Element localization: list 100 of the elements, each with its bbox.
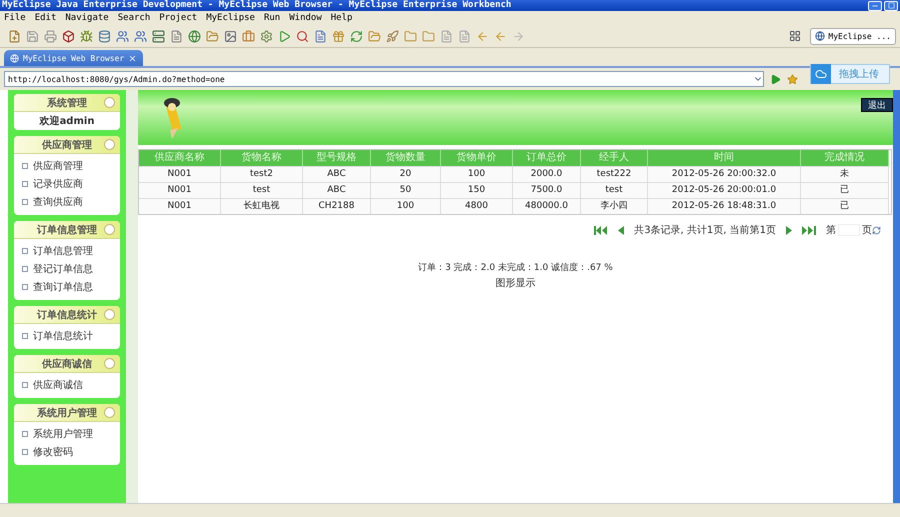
globe-icon[interactable] <box>188 30 201 42</box>
minimize-button[interactable] <box>868 0 882 10</box>
arrow-right-icon[interactable] <box>512 30 525 42</box>
folder-icon[interactable] <box>368 30 381 42</box>
users-icon[interactable] <box>116 30 129 42</box>
column-header: 货物单价 <box>441 150 513 166</box>
table-cell: 2012-05-26 18:48:31.0 <box>648 198 801 214</box>
rocket-icon[interactable] <box>386 30 399 42</box>
sidebar-link[interactable]: 供应商管理 <box>22 159 120 173</box>
menu-item[interactable]: File <box>4 13 26 23</box>
folder-icon[interactable] <box>206 30 219 42</box>
sidebar-link[interactable]: 查询订单信息 <box>22 280 120 294</box>
next-page-icon[interactable] <box>786 226 792 234</box>
menu-item[interactable]: Run <box>264 13 280 23</box>
collapse-icon[interactable] <box>104 309 115 320</box>
column-header: 供应商名称 <box>139 150 221 166</box>
sidebar-link[interactable]: 登记订单信息 <box>22 262 120 276</box>
star-icon[interactable] <box>787 74 798 84</box>
perspective-button[interactable]: MyEclipse ... <box>810 28 896 44</box>
menu-item[interactable]: MyEclipse <box>206 13 255 23</box>
panel-title: 订单信息管理 <box>37 224 97 236</box>
search-icon[interactable] <box>296 30 309 42</box>
logout-button[interactable]: 退出 <box>861 98 893 112</box>
page-label: 第 <box>826 224 836 237</box>
menu-item[interactable]: Edit <box>34 13 56 23</box>
globe-icon <box>10 54 19 62</box>
menu-item[interactable]: Navigate <box>65 13 109 23</box>
menu-item[interactable]: Search <box>118 13 150 23</box>
column-header: 订单总价 <box>513 150 581 166</box>
briefcase-icon[interactable] <box>242 30 255 42</box>
table-cell: 150 <box>441 182 513 198</box>
gear-icon[interactable] <box>260 30 273 42</box>
column-header: 时间 <box>648 150 801 166</box>
sidebar-link[interactable]: 记录供应商 <box>22 177 120 191</box>
sidebar-link[interactable]: 供应商诚信 <box>22 378 120 392</box>
database-icon[interactable] <box>98 30 111 42</box>
table-cell: N001 <box>139 166 221 182</box>
table-cell: N001 <box>139 182 221 198</box>
grid-icon[interactable] <box>789 30 802 42</box>
menu-item[interactable]: Window <box>289 13 322 23</box>
picture-icon[interactable] <box>224 30 237 42</box>
sidebar-link[interactable]: 修改密码 <box>22 445 120 459</box>
scrollbar[interactable] <box>126 90 138 503</box>
table-cell: test <box>221 182 303 198</box>
collapse-icon[interactable] <box>104 407 115 418</box>
document-icon[interactable] <box>170 30 183 42</box>
editor-tab[interactable]: MyEclipse Web Browser <box>4 50 144 66</box>
box-icon[interactable] <box>62 30 75 42</box>
play-icon[interactable] <box>770 74 781 84</box>
menu-item[interactable]: Help <box>330 13 352 23</box>
folder-icon[interactable] <box>422 30 435 42</box>
table-cell: 已 <box>801 182 889 198</box>
gift-icon[interactable] <box>332 30 345 42</box>
order-statistics: 订单：3 完成：2.0 未完成：1.0 诚信度：.67 % <box>417 262 614 274</box>
folder-icon[interactable] <box>404 30 417 42</box>
table-cell: 100 <box>441 166 513 182</box>
menu-item[interactable]: Project <box>159 13 198 23</box>
document-icon[interactable] <box>314 30 327 42</box>
document-icon[interactable] <box>440 30 453 42</box>
close-icon[interactable] <box>128 54 138 62</box>
sidebar-link[interactable]: 订单信息管理 <box>22 244 120 258</box>
window-title: MyEclipse Java Enterprise Development - MyEclipse Web Browser - MyEclipse Enterprise Workbench <box>2 0 512 11</box>
first-page-icon[interactable] <box>594 226 608 234</box>
document-icon[interactable] <box>458 30 471 42</box>
arrow-left-icon[interactable] <box>494 30 507 42</box>
column-header: 经手人 <box>581 150 648 166</box>
welcome-text: 欢迎admin <box>38 114 96 129</box>
refresh-icon[interactable] <box>350 30 363 42</box>
collapse-icon[interactable] <box>104 224 115 235</box>
printer-icon[interactable] <box>44 30 57 42</box>
play-icon[interactable] <box>278 30 291 42</box>
panel-title: 供应商诚信 <box>42 357 92 370</box>
bug-icon[interactable] <box>80 30 93 42</box>
users-icon[interactable] <box>134 30 147 42</box>
maximize-icon <box>888 2 894 9</box>
table-cell: ABC <box>303 182 371 198</box>
save-icon[interactable] <box>26 30 39 42</box>
sidebar-link[interactable]: 订单信息统计 <box>22 329 120 343</box>
table-cell: test2 <box>221 166 303 182</box>
page-label: 页 <box>862 224 872 237</box>
maximize-button[interactable] <box>884 0 898 10</box>
scrollbar[interactable] <box>893 90 900 503</box>
chart-link[interactable]: 图形显示 <box>138 276 893 290</box>
arrow-left-icon[interactable] <box>476 30 489 42</box>
collapse-icon[interactable] <box>104 97 115 108</box>
panel-title: 系统用户管理 <box>37 406 97 420</box>
collapse-icon[interactable] <box>104 139 115 150</box>
table-cell: N001 <box>139 198 221 214</box>
server-icon[interactable] <box>152 30 165 42</box>
collapse-icon[interactable] <box>104 358 115 369</box>
refresh-icon[interactable] <box>872 226 881 234</box>
sidebar-link[interactable]: 系统用户管理 <box>22 427 120 441</box>
address-field[interactable]: http://localhost:8080/gys/Admin.do?method=one <box>4 71 764 87</box>
sidebar-link[interactable]: 查询供应商 <box>22 195 120 209</box>
table-cell: 480000.0 <box>513 198 581 214</box>
last-page-icon[interactable] <box>802 226 816 234</box>
table-cell: 李小四 <box>581 198 648 214</box>
previous-page-icon[interactable] <box>618 226 624 234</box>
file-plus-icon[interactable] <box>8 30 21 42</box>
table-cell: 20 <box>371 166 441 182</box>
